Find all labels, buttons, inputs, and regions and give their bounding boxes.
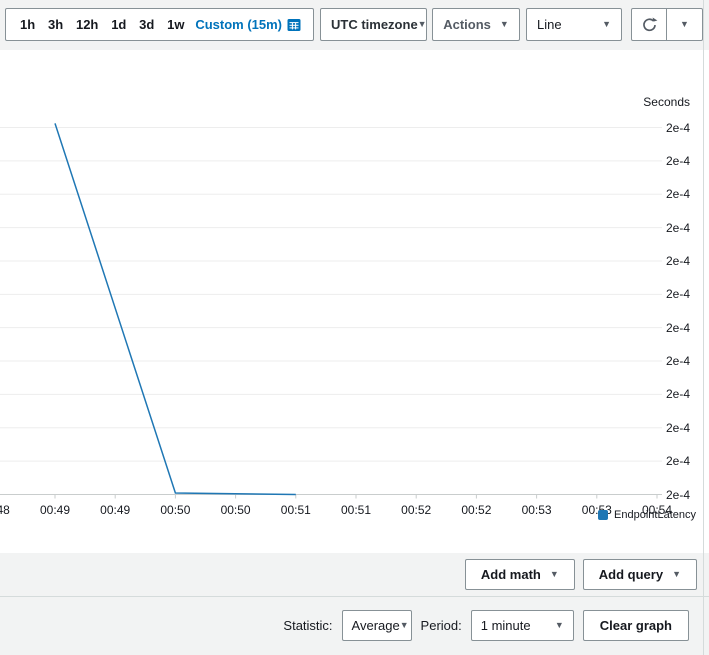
timezone-dropdown[interactable]: UTC timezone ▼ (320, 8, 427, 41)
caret-down-icon: ▼ (602, 20, 611, 29)
caret-down-icon: ▼ (555, 621, 564, 630)
y-tick-label: 2e-4 (666, 421, 690, 435)
toolbar: 1h 3h 12h 1d 3d 1w Custom (15m) UTC time… (0, 0, 709, 50)
x-tick-label: 00:52 (461, 503, 491, 517)
series-line-endpointlatency[interactable] (55, 123, 296, 494)
time-range-3h[interactable]: 3h (46, 17, 65, 32)
x-tick-label: 00:50 (160, 503, 190, 517)
x-tick-label: 00:53 (522, 503, 552, 517)
y-tick-label: 2e-4 (666, 254, 690, 268)
y-tick-label: 2e-4 (666, 321, 690, 335)
x-tick-label: 00:51 (281, 503, 311, 517)
y-tick-label: 2e-4 (666, 154, 690, 168)
y-tick-label: 2e-4 (666, 488, 690, 502)
caret-down-icon: ▼ (672, 570, 681, 579)
y-tick-label: 2e-4 (666, 454, 690, 468)
chart-legend[interactable]: EndpointLatency (598, 509, 696, 521)
x-tick-label: 00:49 (40, 503, 70, 517)
period-value: 1 minute (481, 618, 531, 633)
add-math-label: Add math (481, 567, 541, 582)
timezone-label: UTC timezone (331, 17, 418, 32)
caret-down-icon: ▼ (400, 621, 409, 630)
time-range-1w[interactable]: 1w (165, 17, 186, 32)
time-range-12h[interactable]: 12h (74, 17, 100, 32)
caret-down-icon: ▼ (680, 20, 689, 29)
period-label: Period: (421, 618, 462, 633)
x-tick-label: 00:51 (341, 503, 371, 517)
query-actions-row: Add math ▼ Add query ▼ (0, 553, 709, 597)
clear-graph-button[interactable]: Clear graph (583, 610, 689, 641)
y-tick-label: 2e-4 (666, 121, 690, 135)
clear-graph-label: Clear graph (600, 618, 672, 633)
refresh-icon (641, 16, 658, 33)
add-math-dropdown[interactable]: Add math ▼ (465, 559, 575, 590)
y-axis-unit-label: Seconds (643, 95, 690, 109)
period-select[interactable]: 1 minute ▼ (471, 610, 574, 641)
y-tick-label: 2e-4 (666, 221, 690, 235)
statistic-select[interactable]: Average ▼ (342, 610, 412, 641)
y-tick-label: 2e-4 (666, 354, 690, 368)
chart-type-dropdown[interactable]: Line ▼ (526, 8, 622, 41)
custom-time-range-label: Custom (15m) (195, 17, 282, 32)
y-tick-label: 2e-4 (666, 287, 690, 301)
refresh-button[interactable] (631, 8, 667, 41)
footer: Add math ▼ Add query ▼ Statistic: Averag… (0, 553, 709, 655)
time-range-3d[interactable]: 3d (137, 17, 156, 32)
chart-type-label: Line (537, 17, 562, 32)
latency-line-chart[interactable] (0, 50, 709, 553)
time-range-1h[interactable]: 1h (18, 17, 37, 32)
legend-swatch-endpointlatency (598, 510, 608, 520)
y-tick-label: 2e-4 (666, 187, 690, 201)
custom-time-range-button[interactable]: Custom (15m) (195, 17, 301, 32)
refresh-options-button[interactable]: ▼ (667, 8, 703, 41)
statistic-period-row: Statistic: Average ▼ Period: 1 minute ▼ … (0, 597, 709, 654)
add-query-dropdown[interactable]: Add query ▼ (583, 559, 697, 590)
time-range-group: 1h 3h 12h 1d 3d 1w Custom (15m) (5, 8, 314, 41)
chart-panel: Seconds 2e-4 2e-4 2e-4 2e-4 2e-4 2e-4 2e-4 2e-4… (0, 50, 709, 553)
caret-down-icon: ▼ (418, 20, 427, 29)
time-range-1d[interactable]: 1d (109, 17, 128, 32)
x-tick-label: 00:52 (401, 503, 431, 517)
x-tick-label: 00:50 (221, 503, 251, 517)
caret-down-icon: ▼ (500, 20, 509, 29)
refresh-split-button: ▼ (631, 8, 703, 41)
statistic-value: Average (352, 618, 400, 633)
add-query-label: Add query (599, 567, 663, 582)
x-tick-label: 00:49 (100, 503, 130, 517)
calendar-icon (287, 18, 301, 32)
panel-right-edge (703, 0, 704, 655)
legend-label-endpointlatency: EndpointLatency (614, 509, 696, 521)
caret-down-icon: ▼ (550, 570, 559, 579)
x-tick-label: 00:48 (0, 503, 10, 517)
actions-label: Actions (443, 17, 491, 32)
actions-dropdown[interactable]: Actions ▼ (432, 8, 520, 41)
y-tick-label: 2e-4 (666, 387, 690, 401)
statistic-label: Statistic: (283, 618, 332, 633)
